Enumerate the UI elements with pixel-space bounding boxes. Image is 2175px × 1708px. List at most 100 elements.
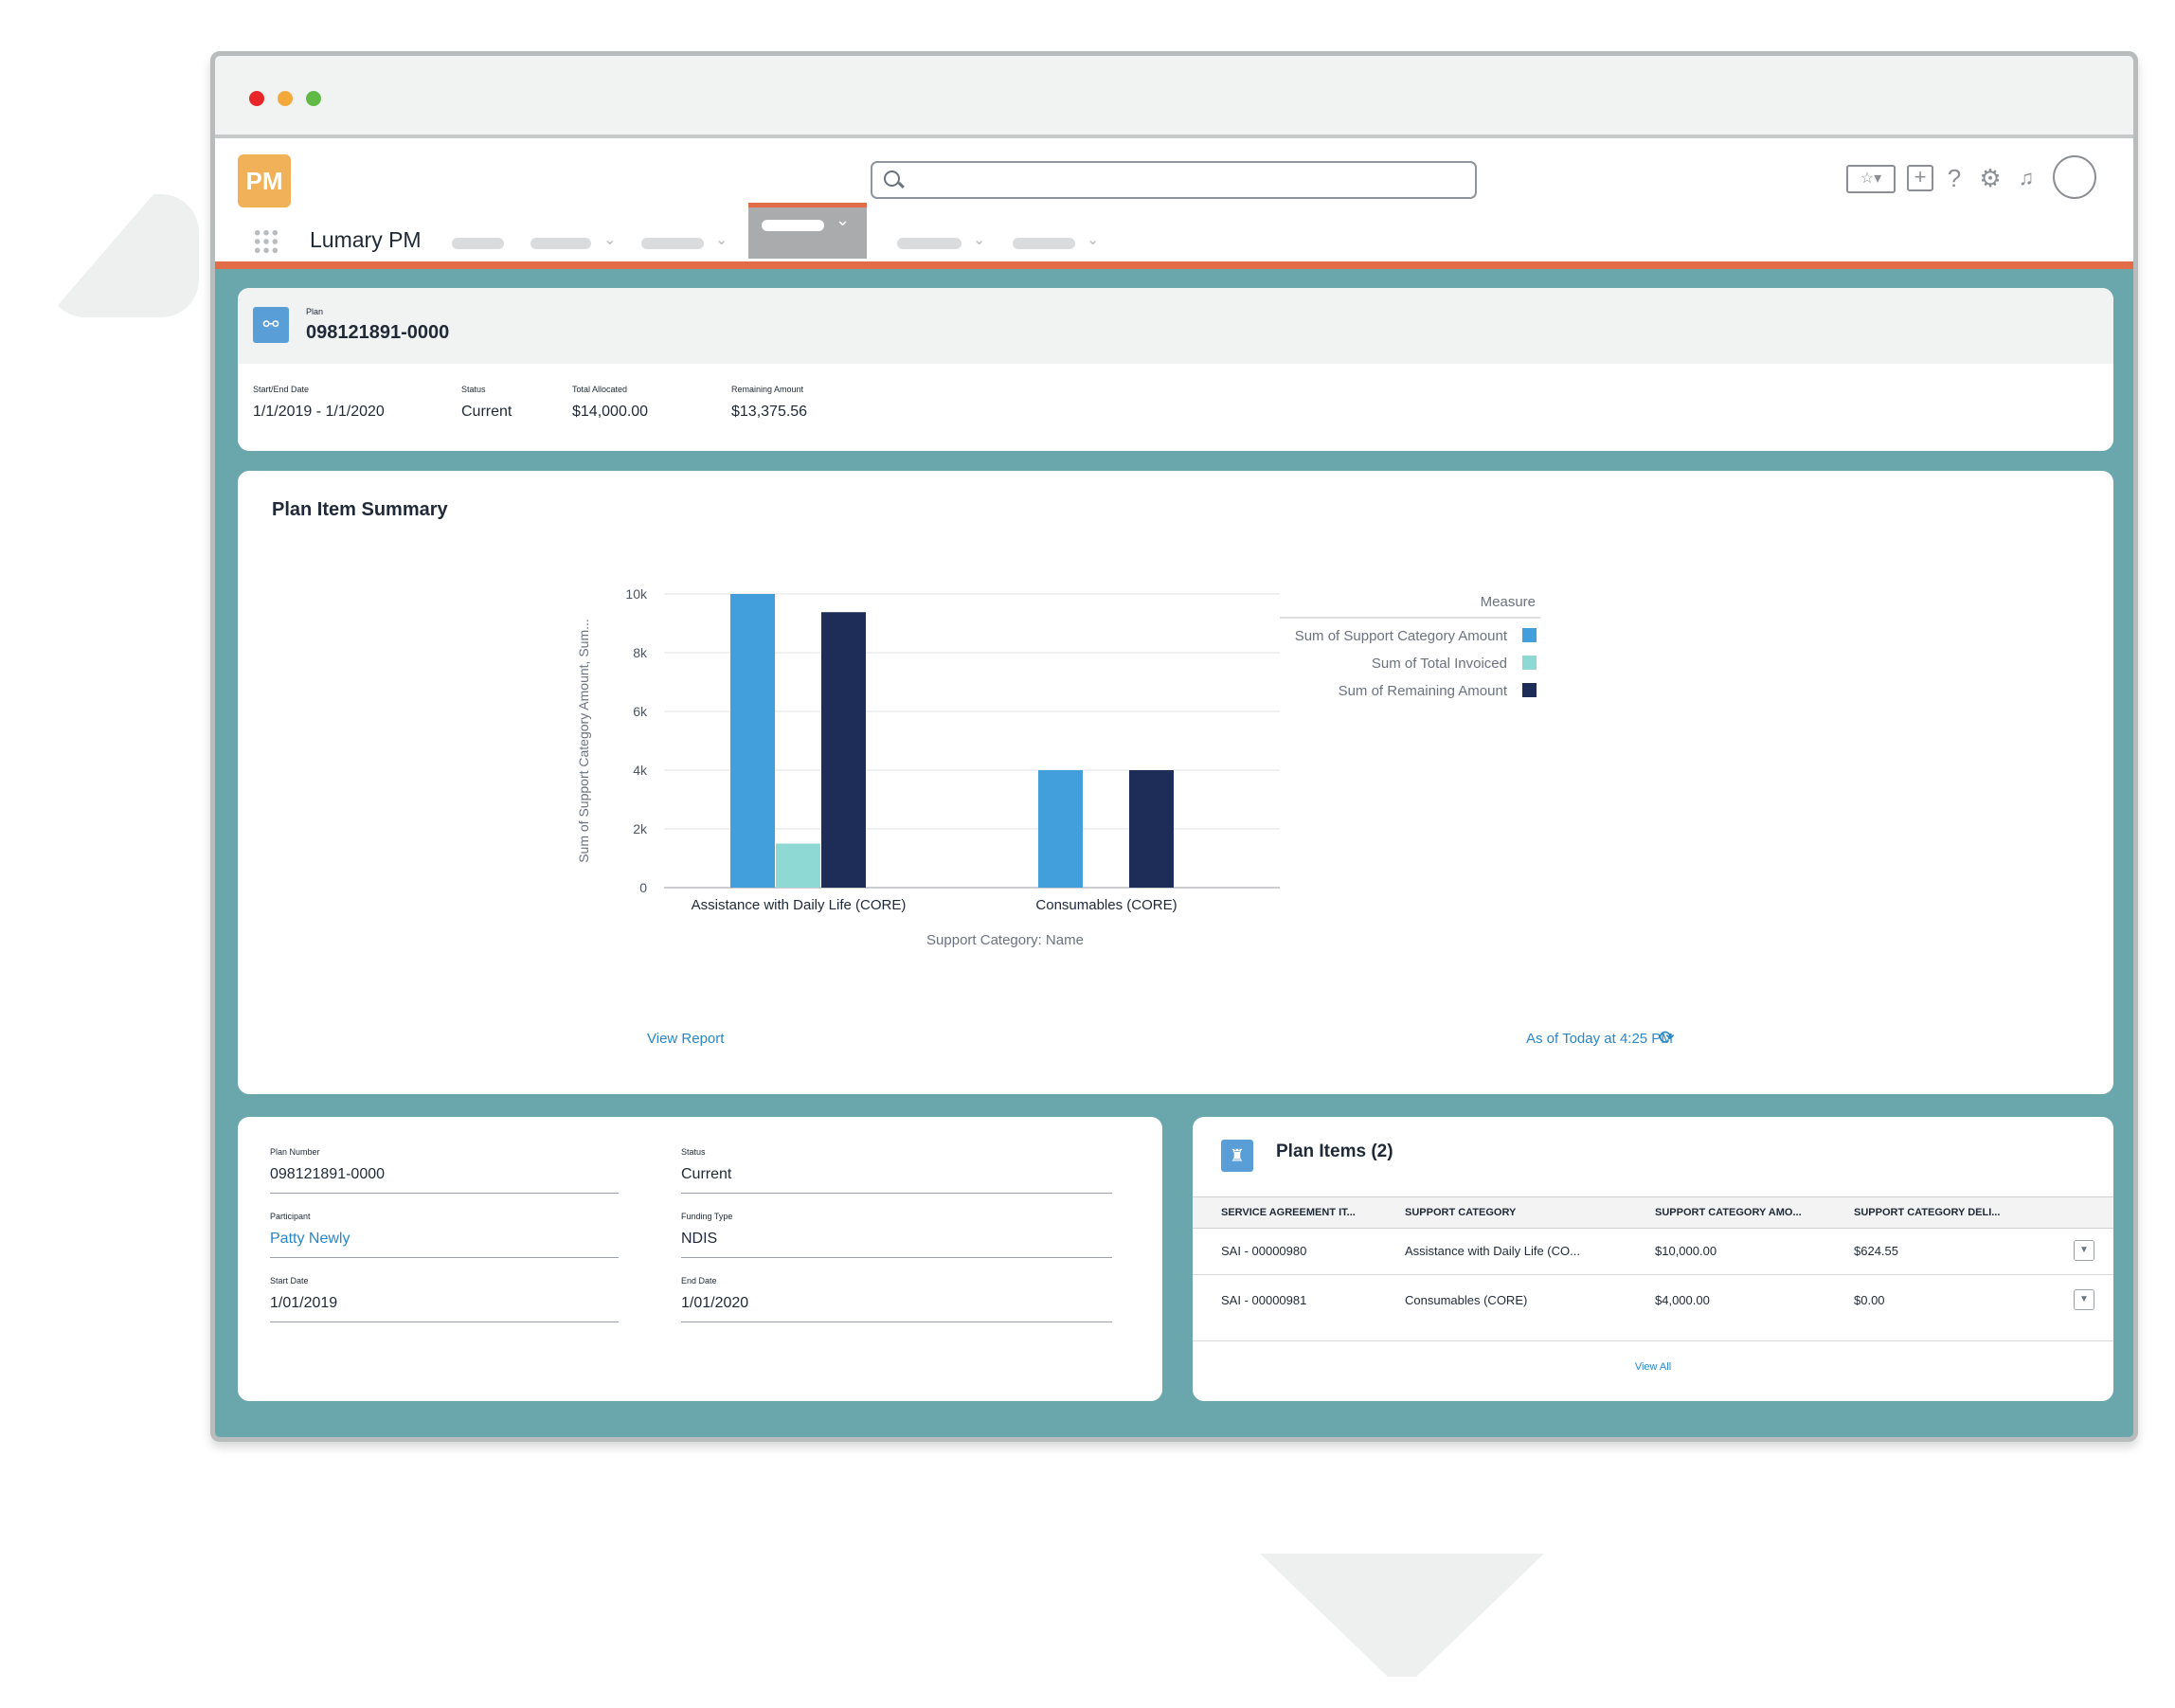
- start-date-field: 1/01/2019: [270, 1295, 338, 1311]
- support-category-amount: $4,000.00: [1655, 1293, 1710, 1307]
- plan-record-icon: ⚯: [253, 307, 289, 343]
- global-search-input[interactable]: [871, 161, 1477, 199]
- participant-link[interactable]: Patty Newly: [270, 1231, 350, 1248]
- start-end-date-value: 1/1/2019 - 1/1/2020: [253, 404, 385, 420]
- x-tick-label: Consumables (CORE): [1035, 897, 1177, 913]
- refresh-icon[interactable]: ⟳: [1659, 1026, 1675, 1050]
- service-agreement-link[interactable]: SAI - 00000981: [1221, 1293, 1306, 1307]
- browser-window: PM ☆▾ + ? ⚙ ♫ Lumary PM ⌄ ⌄ ⌄ ⌄ ⌄ ⚯ Plan…: [210, 51, 2138, 1442]
- app-logo[interactable]: PM: [238, 154, 291, 207]
- y-tick-label: 0: [639, 880, 647, 895]
- nav-tab[interactable]: [452, 238, 504, 249]
- nav-tab[interactable]: [897, 238, 962, 249]
- app-header: PM ☆▾ + ? ⚙ ♫ Lumary PM ⌄ ⌄ ⌄ ⌄ ⌄: [215, 138, 2133, 269]
- column-header[interactable]: SUPPORT CATEGORY AMO...: [1655, 1207, 1802, 1218]
- background-shape: [1260, 1554, 1544, 1677]
- view-report-link[interactable]: View Report: [647, 1031, 724, 1047]
- plan-highlights-card: ⚯ Plan 098121891-0000 Start/End Date 1/1…: [238, 288, 2113, 451]
- close-window-button[interactable]: [249, 91, 264, 106]
- legend-label: Sum of Remaining Amount: [1339, 683, 1508, 699]
- y-tick-label: 6k: [633, 704, 648, 719]
- plan-item-chart: 0 2k 4k 6k 8k 10k Assistance with Daily Life (…: [576, 586, 1540, 948]
- status-label: Status: [461, 385, 486, 394]
- window-titlebar: [215, 56, 2133, 138]
- nav-tab[interactable]: [1013, 238, 1075, 249]
- chevron-down-icon[interactable]: ⌄: [973, 230, 985, 249]
- support-category-delivered: $0.00: [1854, 1293, 1885, 1307]
- plan-details-card: Plan Number 098121891-0000 Status Curren…: [238, 1117, 1162, 1401]
- end-date-label: End Date: [681, 1276, 717, 1285]
- plan-items-icon: ♜: [1221, 1140, 1253, 1172]
- funding-type-label: Funding Type: [681, 1212, 733, 1221]
- bar: [821, 612, 866, 888]
- legend-label: Sum of Total Invoiced: [1372, 656, 1507, 672]
- legend-swatch: [1522, 683, 1537, 697]
- y-tick-label: 10k: [625, 586, 648, 602]
- support-category-link[interactable]: Consumables (CORE): [1405, 1293, 1527, 1307]
- x-axis-label: Support Category: Name: [926, 932, 1084, 948]
- minimize-window-button[interactable]: [278, 91, 293, 106]
- column-header[interactable]: SERVICE AGREEMENT IT...: [1221, 1207, 1356, 1218]
- notifications-icon[interactable]: ♫: [2013, 165, 2040, 191]
- start-date-label: Start Date: [270, 1276, 309, 1285]
- nav-tab[interactable]: [641, 238, 704, 249]
- chevron-down-icon[interactable]: ⌄: [715, 230, 728, 249]
- plan-number-label: Plan Number: [270, 1147, 320, 1157]
- total-allocated-label: Total Allocated: [572, 385, 628, 394]
- remaining-amount-value: $13,375.56: [731, 404, 808, 420]
- plan-items-card: ♜ Plan Items (2) SERVICE AGREEMENT IT...…: [1193, 1117, 2113, 1401]
- favorites-icon[interactable]: ☆▾: [1846, 165, 1896, 193]
- legend-title: Measure: [1481, 594, 1536, 610]
- nav-tab[interactable]: [530, 238, 591, 249]
- service-agreement-link[interactable]: SAI - 00000980: [1221, 1244, 1306, 1258]
- help-icon[interactable]: ?: [1943, 165, 1966, 191]
- view-all-link[interactable]: View All: [1193, 1361, 2113, 1373]
- legend-label: Sum of Support Category Amount: [1295, 628, 1508, 644]
- record-type-label: Plan: [306, 307, 324, 316]
- chevron-down-icon[interactable]: ⌄: [1087, 230, 1099, 249]
- column-header[interactable]: SUPPORT CATEGORY DELI...: [1854, 1207, 2000, 1218]
- maximize-window-button[interactable]: [306, 91, 321, 106]
- support-category-link[interactable]: Assistance with Daily Life (CO...: [1405, 1244, 1580, 1258]
- chevron-down-icon[interactable]: ⌄: [603, 230, 616, 249]
- y-tick-label: 2k: [633, 821, 648, 836]
- plan-number-field: 098121891-0000: [270, 1166, 386, 1182]
- app-name: Lumary PM: [310, 227, 422, 252]
- support-category-amount: $10,000.00: [1655, 1244, 1717, 1258]
- chevron-down-icon: ⌄: [836, 210, 851, 229]
- plan-item-summary-card: Plan Item Summary 0 2k 4k 6k 8k 10k Assistance…: [238, 471, 2113, 1094]
- support-category-delivered: $624.55: [1854, 1244, 1898, 1258]
- funding-type-field: NDIS: [681, 1231, 718, 1247]
- bar: [1038, 770, 1083, 888]
- status-value: Current: [461, 404, 512, 420]
- legend-swatch: [1522, 656, 1537, 670]
- y-tick-label: 8k: [633, 645, 648, 660]
- bar: [776, 843, 820, 888]
- page-title: 098121891-0000: [306, 322, 450, 343]
- plan-items-title: Plan Items (2): [1276, 1142, 1393, 1161]
- status-field: Current: [681, 1166, 732, 1182]
- end-date-field: 1/01/2020: [681, 1295, 749, 1311]
- row-actions-chevron-down-icon[interactable]: ▼: [2074, 1289, 2094, 1310]
- remaining-amount-label: Remaining Amount: [731, 385, 804, 394]
- y-axis-label: Sum of Support Category Amount, Sum...: [576, 619, 591, 863]
- bar: [730, 594, 775, 888]
- participant-label: Participant: [270, 1212, 311, 1221]
- as-of-timestamp: As of Today at 4:25 PM: [1526, 1031, 1673, 1047]
- status-label: Status: [681, 1147, 706, 1157]
- x-tick-label: Assistance with Daily Life (CORE): [692, 897, 907, 913]
- bar: [1129, 770, 1174, 888]
- add-icon[interactable]: +: [1907, 165, 1933, 191]
- y-tick-label: 4k: [633, 763, 648, 778]
- row-actions-chevron-down-icon[interactable]: ▼: [2074, 1240, 2094, 1261]
- column-header[interactable]: SUPPORT CATEGORY: [1405, 1207, 1516, 1218]
- background-shape: [47, 194, 199, 317]
- search-icon: [884, 171, 900, 187]
- total-allocated-value: $14,000.00: [572, 404, 649, 420]
- start-end-date-label: Start/End Date: [253, 385, 310, 394]
- legend-swatch: [1522, 628, 1537, 642]
- settings-icon[interactable]: ⚙: [1977, 165, 2004, 191]
- avatar[interactable]: [2053, 155, 2096, 199]
- app-launcher-icon[interactable]: [253, 228, 279, 255]
- nav-tab-active[interactable]: ⌄: [748, 203, 867, 259]
